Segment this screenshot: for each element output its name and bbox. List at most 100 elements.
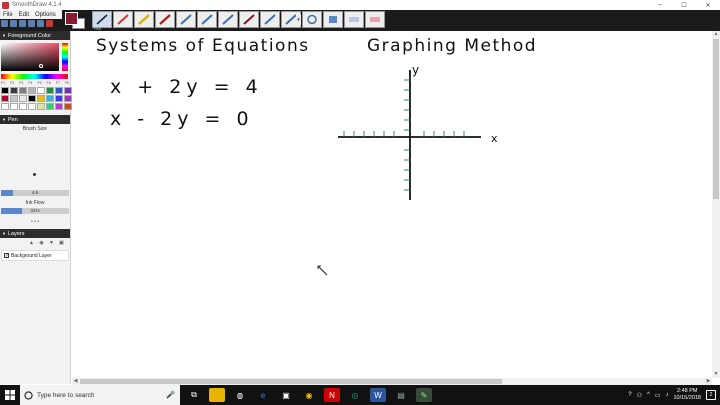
palette-swatch[interactable] — [28, 87, 36, 94]
maximize-button[interactable]: ☐ — [672, 0, 696, 10]
rotate-icon — [307, 14, 317, 25]
firefox-icon[interactable]: ◍ — [232, 388, 248, 402]
palette-swatch[interactable] — [37, 95, 45, 102]
tool-marker[interactable] — [134, 11, 154, 28]
palette-swatch[interactable] — [28, 103, 36, 110]
clear-icon[interactable] — [46, 20, 53, 27]
pen-header[interactable]: ▼ Pen — [0, 115, 70, 124]
menu-file[interactable]: File — [0, 12, 16, 18]
store-icon[interactable]: ▣ — [278, 388, 294, 402]
palette-swatch[interactable] — [10, 95, 18, 102]
layer-add-icon[interactable]: ▣ — [58, 240, 65, 246]
file-explorer-icon[interactable] — [209, 388, 225, 402]
edge-icon[interactable]: e — [255, 388, 271, 402]
copy-icon[interactable] — [28, 20, 35, 27]
chrome-icon[interactable]: ◉ — [301, 388, 317, 402]
smoothdraw-taskbar-icon[interactable]: ✎ — [416, 388, 432, 402]
tool-hard-eraser[interactable] — [365, 11, 385, 28]
palette-swatch[interactable] — [19, 103, 27, 110]
vertical-scrollbar[interactable]: ▲ ▼ — [712, 31, 720, 378]
tool-airbrush[interactable] — [197, 11, 217, 28]
word-icon[interactable]: W — [370, 388, 386, 402]
palette-swatch[interactable] — [64, 103, 72, 110]
vertical-scroll-thumb[interactable] — [713, 39, 719, 199]
palette-swatch[interactable] — [10, 103, 18, 110]
tool-dark-brush[interactable] — [239, 11, 259, 28]
palette-swatch[interactable] — [55, 95, 63, 102]
toolbar-expand-button[interactable]: ▾ — [296, 14, 301, 26]
fkey-label: F5 — [37, 81, 42, 85]
help-icon[interactable]: ? — [628, 392, 631, 398]
palette-swatch[interactable] — [46, 95, 54, 102]
color-picker-area[interactable] — [1, 43, 59, 71]
palette-swatch[interactable] — [37, 103, 45, 110]
camtasia-icon[interactable]: ◎ — [347, 388, 363, 402]
layer-visibility-checkbox[interactable]: ✓ — [4, 253, 9, 259]
palette-swatch[interactable] — [1, 103, 9, 110]
folder-app-icon[interactable]: ▤ — [393, 388, 409, 402]
menu-edit[interactable]: Edit — [16, 12, 32, 18]
volume-icon[interactable]: ♪ — [665, 392, 668, 398]
menu-options[interactable]: Options — [32, 12, 59, 18]
palette-swatch[interactable] — [1, 95, 9, 102]
microphone-icon[interactable]: 🎤 — [166, 391, 175, 399]
scroll-right-icon[interactable]: ▶ — [705, 378, 712, 385]
undo-icon[interactable] — [10, 20, 17, 27]
brush-size-slider[interactable]: 4.6 — [1, 190, 69, 196]
palette-swatch[interactable] — [28, 95, 36, 102]
tool-brush[interactable] — [176, 11, 196, 28]
ink-flow-label: Ink Flow — [25, 200, 45, 206]
brush-size-value: 4.6 — [31, 190, 39, 195]
ink-flow-slider[interactable]: 31% — [1, 208, 69, 214]
foreground-color-swatch[interactable] — [65, 12, 78, 25]
palette-swatch[interactable] — [55, 103, 63, 110]
scroll-left-icon[interactable]: ◀ — [72, 378, 79, 385]
color-picker-cursor[interactable] — [39, 64, 43, 68]
palette-swatch[interactable] — [10, 87, 18, 94]
tool-crayon[interactable] — [155, 11, 175, 28]
taskbar-search[interactable]: Type here to search 🎤 — [20, 385, 180, 405]
tool-eraser[interactable] — [344, 11, 364, 28]
clock[interactable]: 2:48 PM 10/15/2018 — [673, 388, 701, 402]
close-button[interactable]: ✕ — [696, 0, 720, 10]
scroll-down-icon[interactable]: ▼ — [712, 371, 720, 378]
palette-swatch[interactable] — [19, 95, 27, 102]
palette-swatch[interactable] — [55, 87, 63, 94]
scroll-up-icon[interactable]: ▲ — [712, 31, 720, 38]
tool-pencil[interactable] — [113, 11, 133, 28]
equation-1: x + 2y = 4 — [110, 76, 263, 98]
tool-watercolor[interactable] — [260, 11, 280, 28]
netflix-icon[interactable]: N — [324, 388, 340, 402]
tray-expand-icon[interactable]: ^ — [647, 392, 650, 398]
layer-background[interactable]: ✓ Background Layer — [1, 250, 69, 261]
minimize-button[interactable]: – — [648, 0, 672, 10]
tool-ink-brush[interactable] — [218, 11, 238, 28]
foreground-color-header[interactable]: ▼ Foreground Color — [0, 31, 70, 40]
palette-swatch[interactable] — [19, 87, 27, 94]
notification-center-button[interactable]: 2 — [706, 390, 716, 400]
tool-rotate[interactable] — [302, 11, 322, 28]
start-button[interactable] — [0, 385, 20, 405]
task-view-icon[interactable]: ⧉ — [186, 388, 202, 402]
hue-slider[interactable] — [62, 43, 68, 71]
horizontal-scroll-thumb[interactable] — [80, 379, 502, 384]
palette-swatch[interactable] — [46, 87, 54, 94]
layers-header[interactable]: ▼ Layers — [0, 229, 70, 238]
tool-stamp[interactable] — [323, 11, 343, 28]
people-icon[interactable]: ⚇ — [637, 392, 642, 399]
more-options-button[interactable]: • • • — [0, 219, 70, 225]
paste-icon[interactable] — [37, 20, 44, 27]
network-icon[interactable]: ▭ — [655, 392, 661, 399]
palette-swatch[interactable] — [37, 87, 45, 94]
palette-swatch[interactable] — [64, 87, 72, 94]
layer-down-icon[interactable]: ▼ — [48, 240, 55, 246]
palette-swatch[interactable] — [46, 103, 54, 110]
save-icon[interactable] — [1, 20, 8, 27]
layer-up-icon[interactable]: ▲ — [28, 240, 35, 246]
redo-icon[interactable] — [19, 20, 26, 27]
spectrum-bar[interactable] — [1, 74, 68, 79]
horizontal-scrollbar[interactable]: ◀ ▶ — [72, 378, 712, 385]
palette-swatch[interactable] — [1, 87, 9, 94]
palette-swatch[interactable] — [64, 95, 72, 102]
layer-visible-icon[interactable]: ◉ — [38, 240, 45, 246]
